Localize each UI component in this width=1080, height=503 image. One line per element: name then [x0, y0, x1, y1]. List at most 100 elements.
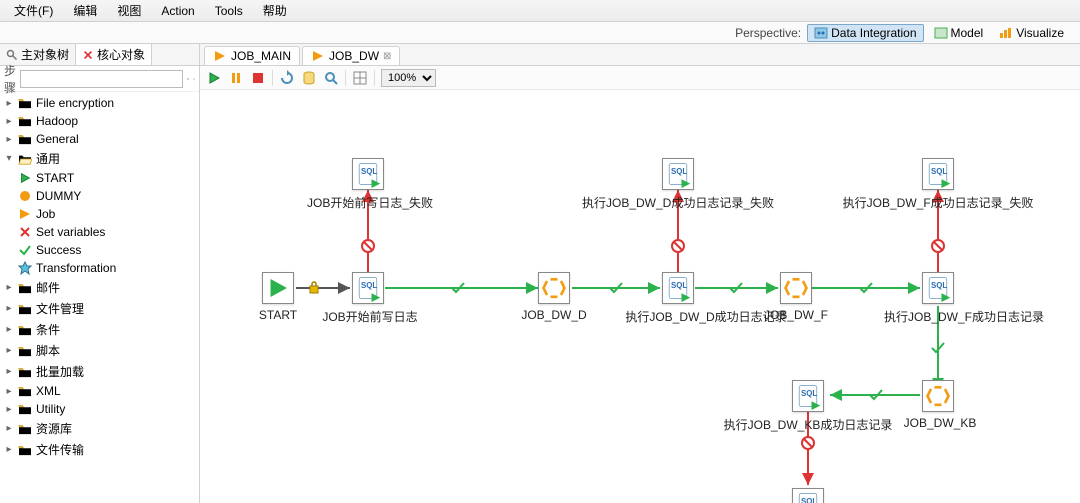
folder-icon	[18, 133, 32, 145]
side-tab-core-objects[interactable]: 核心对象	[76, 44, 152, 65]
di-icon	[814, 27, 828, 39]
folder-open-icon	[18, 153, 32, 165]
tree-filemgmt[interactable]: ▸文件管理	[0, 298, 199, 319]
success-icon	[18, 243, 32, 257]
dummy-icon	[18, 189, 32, 203]
node-dw-f-ok[interactable]	[922, 272, 954, 304]
folder-icon	[18, 324, 32, 336]
editor-tabs: JOB_MAIN JOB_DW⊠	[200, 44, 1080, 66]
job-icon	[782, 274, 810, 302]
node-dw-kb-ok[interactable]	[792, 380, 824, 412]
sql-icon[interactable]	[301, 70, 317, 86]
collapse-all-icon[interactable]	[193, 71, 195, 87]
expander-icon[interactable]: ▸	[4, 98, 14, 108]
expander-icon[interactable]: ▸	[4, 445, 14, 455]
grid-icon[interactable]	[352, 70, 368, 86]
sql-icon	[664, 274, 692, 302]
play-icon	[18, 171, 32, 185]
tree-script[interactable]: ▸脚本	[0, 340, 199, 361]
menu-help[interactable]: 帮助	[253, 0, 297, 21]
tree-success[interactable]: Success	[0, 241, 199, 259]
tree-file-encryption[interactable]: ▸File encryption	[0, 94, 199, 112]
canvas[interactable]: START JOB开始前写日志 JOB开始前写日志_失败 JOB_DW_D 执行…	[200, 90, 1080, 503]
node-dw-kb-label: JOB_DW_KB	[904, 416, 977, 430]
run-icon[interactable]	[206, 70, 222, 86]
sql-icon	[354, 274, 382, 302]
folder-icon	[18, 282, 32, 294]
tree-transformation[interactable]: Transformation	[0, 259, 199, 277]
tree-mail[interactable]: ▸邮件	[0, 277, 199, 298]
menu-edit[interactable]: 编辑	[63, 0, 107, 21]
sql-icon	[794, 382, 822, 410]
node-dw-d-label: JOB_DW_D	[521, 308, 586, 322]
expander-icon[interactable]: ▸	[4, 346, 14, 356]
tab-job-main[interactable]: JOB_MAIN	[204, 46, 300, 65]
folder-icon	[18, 423, 32, 435]
tree-setvar[interactable]: Set variables	[0, 223, 199, 241]
node-dw-kb-ok-label: 执行JOB_DW_KB成功日志记录	[724, 416, 893, 433]
perspective-visualize[interactable]: Visualize	[993, 25, 1070, 41]
node-dw-kb-fail[interactable]	[792, 488, 824, 503]
expander-icon[interactable]: ▸	[4, 116, 14, 126]
node-dw-d-fail[interactable]	[662, 158, 694, 190]
expander-icon[interactable]: ▸	[4, 283, 14, 293]
node-dw-f[interactable]	[780, 272, 812, 304]
replay-icon[interactable]	[279, 70, 295, 86]
tree-utility[interactable]: ▸Utility	[0, 400, 199, 418]
sql-icon	[924, 160, 952, 188]
tree-start[interactable]: START	[0, 169, 199, 187]
tree-xml[interactable]: ▸XML	[0, 382, 199, 400]
tree-cond[interactable]: ▸条件	[0, 319, 199, 340]
job-icon	[924, 382, 952, 410]
folder-icon	[18, 345, 32, 357]
expander-icon[interactable]: ▸	[4, 367, 14, 377]
node-dw-f-fail-label: 执行JOB_DW_F成功日志记录_失败	[843, 194, 1034, 211]
expander-icon[interactable]: ▾	[4, 154, 14, 164]
sidebar: 主对象树 核心对象 步骤 ▸File encryption ▸Hadoop ▸G…	[0, 44, 200, 503]
stop-icon[interactable]	[250, 70, 266, 86]
node-dw-f-ok-label: 执行JOB_DW_F成功日志记录	[884, 308, 1044, 325]
perspective-data-integration[interactable]: Data Integration	[807, 24, 923, 42]
node-dw-d-ok-label: 执行JOB_DW_D成功日志记录	[625, 308, 786, 325]
node-prelog-fail[interactable]	[352, 158, 384, 190]
node-dw-f-fail[interactable]	[922, 158, 954, 190]
tree-job[interactable]: Job	[0, 205, 199, 223]
pause-icon[interactable]	[228, 70, 244, 86]
menu-tools[interactable]: Tools	[205, 2, 253, 20]
steps-search-input[interactable]	[20, 70, 183, 88]
menu-view[interactable]: 视图	[107, 0, 151, 21]
tree-general[interactable]: ▸General	[0, 130, 199, 148]
tree-repo[interactable]: ▸资源库	[0, 418, 199, 439]
expander-icon[interactable]: ▸	[4, 386, 14, 396]
expander-icon[interactable]: ▸	[4, 304, 14, 314]
node-prelog[interactable]	[352, 272, 384, 304]
node-dw-d[interactable]	[538, 272, 570, 304]
expander-icon[interactable]: ▸	[4, 404, 14, 414]
tree-hadoop[interactable]: ▸Hadoop	[0, 112, 199, 130]
node-start[interactable]	[262, 272, 294, 304]
node-dw-d-ok[interactable]	[662, 272, 694, 304]
folder-icon	[18, 303, 32, 315]
close-icon[interactable]: ⊠	[383, 51, 391, 62]
tree-dummy[interactable]: DUMMY	[0, 187, 199, 205]
tree-ftp[interactable]: ▸文件传输	[0, 439, 199, 460]
perspective-model[interactable]: Model	[928, 25, 990, 41]
tree-bulk[interactable]: ▸批量加载	[0, 361, 199, 382]
explore-icon[interactable]	[323, 70, 339, 86]
sql-icon	[354, 160, 382, 188]
expand-all-icon[interactable]	[187, 71, 189, 87]
search-icon	[6, 49, 18, 61]
zoom-select[interactable]: 100%	[381, 69, 436, 87]
node-dw-kb[interactable]	[922, 380, 954, 412]
lock-icon	[310, 282, 318, 293]
node-prelog-fail-label: JOB开始前写日志_失败	[307, 194, 433, 211]
menu-action[interactable]: Action	[151, 2, 204, 20]
sql-icon	[664, 160, 692, 188]
expander-icon[interactable]: ▸	[4, 424, 14, 434]
transformation-icon	[18, 261, 32, 275]
expander-icon[interactable]: ▸	[4, 325, 14, 335]
tree-tongyong[interactable]: ▾通用	[0, 148, 199, 169]
menu-file[interactable]: 文件(F)	[4, 0, 63, 21]
expander-icon[interactable]: ▸	[4, 134, 14, 144]
tab-job-dw[interactable]: JOB_DW⊠	[302, 46, 400, 65]
